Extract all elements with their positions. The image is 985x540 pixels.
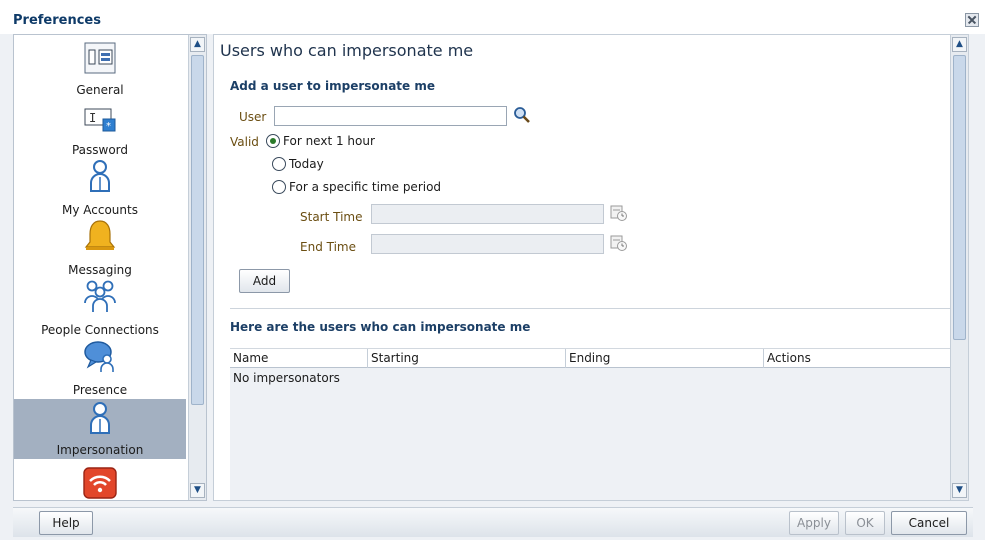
bell-icon [84, 220, 116, 250]
option-today[interactable]: Today [272, 157, 324, 171]
scroll-up-icon[interactable]: ▲ [952, 37, 967, 52]
scroll-down-icon[interactable]: ▼ [952, 483, 967, 498]
nav-item-messaging[interactable]: Messaging [14, 215, 186, 277]
presence-icon [84, 341, 114, 372]
main-scrollbar[interactable]: ▲ ▼ [950, 35, 968, 500]
column-header-name[interactable]: Name [230, 349, 368, 368]
column-header-ending[interactable]: Ending [566, 349, 764, 368]
nav-item-wireless[interactable] [14, 463, 186, 500]
dialog-footer: Help Apply OK Cancel [13, 507, 973, 537]
start-time-label: Start Time [300, 210, 363, 224]
option-label: For next 1 hour [283, 134, 375, 148]
nav-scrollbar[interactable]: ▲ ▼ [188, 35, 206, 500]
end-time-input[interactable] [371, 234, 604, 254]
add-section-title: Add a user to impersonate me [230, 79, 435, 93]
general-settings-icon [84, 42, 116, 74]
end-time-label: End Time [300, 240, 356, 254]
page-title: Users who can impersonate me [220, 41, 474, 60]
preferences-nav: General I * Password My Accounts Messagi… [13, 34, 207, 501]
radio-button[interactable] [272, 180, 286, 194]
nav-item-general[interactable]: General [14, 35, 186, 97]
preferences-dialog: Preferences General I * Password My Acco… [0, 0, 985, 540]
password-icon: I * [84, 108, 116, 132]
nav-item-presence[interactable]: Presence [14, 335, 186, 397]
empty-table-message: No impersonators [233, 371, 340, 385]
column-header-actions[interactable]: Actions [764, 349, 962, 368]
nav-item-label: Impersonation [56, 443, 144, 457]
nav-item-my-accounts[interactable]: My Accounts [14, 155, 186, 217]
option-label: For a specific time period [289, 180, 442, 194]
apply-button[interactable]: Apply [789, 511, 839, 535]
radio-button[interactable] [266, 134, 280, 148]
option-next-hour[interactable]: For next 1 hour [266, 134, 375, 148]
radio-button[interactable] [272, 157, 286, 171]
add-button[interactable]: Add [239, 269, 290, 293]
nav-item-people-connections[interactable]: People Connections [14, 275, 186, 337]
impersonators-table: Name Starting Ending Actions No imperson… [230, 348, 962, 500]
ok-button[interactable]: OK [845, 511, 885, 535]
scroll-thumb[interactable] [191, 55, 204, 405]
user-input[interactable] [274, 106, 507, 126]
nav-item-label: Presence [72, 383, 128, 397]
svg-text:I: I [89, 111, 96, 125]
scroll-up-icon[interactable]: ▲ [190, 37, 205, 52]
scroll-thumb[interactable] [953, 55, 966, 340]
cancel-button[interactable]: Cancel [891, 511, 967, 535]
svg-text:*: * [106, 121, 111, 132]
calendar-clock-icon[interactable] [610, 234, 628, 252]
people-icon [84, 280, 116, 312]
close-icon[interactable] [965, 13, 979, 27]
column-header-starting[interactable]: Starting [368, 349, 566, 368]
dialog-title: Preferences [13, 13, 101, 28]
valid-label: Valid [230, 135, 259, 149]
main-panel: Users who can impersonate me Add a user … [213, 34, 969, 501]
option-specific-period[interactable]: For a specific time period [272, 180, 441, 194]
nav-item-password[interactable]: I * Password [14, 95, 186, 157]
user-label: User [239, 110, 267, 124]
option-label: Today [289, 157, 324, 171]
nav-item-impersonation[interactable]: Impersonation [14, 399, 186, 459]
search-icon[interactable] [513, 106, 531, 124]
user-icon [90, 160, 110, 192]
list-section-title: Here are the users who can impersonate m… [230, 320, 531, 334]
title-bar: Preferences [0, 0, 985, 34]
help-button[interactable]: Help [39, 511, 93, 535]
section-divider [230, 308, 962, 309]
user-icon [90, 402, 110, 434]
scroll-down-icon[interactable]: ▼ [190, 483, 205, 498]
start-time-input[interactable] [371, 204, 604, 224]
wireless-icon [83, 467, 117, 499]
table-header: Name Starting Ending Actions [230, 348, 962, 368]
calendar-clock-icon[interactable] [610, 204, 628, 222]
